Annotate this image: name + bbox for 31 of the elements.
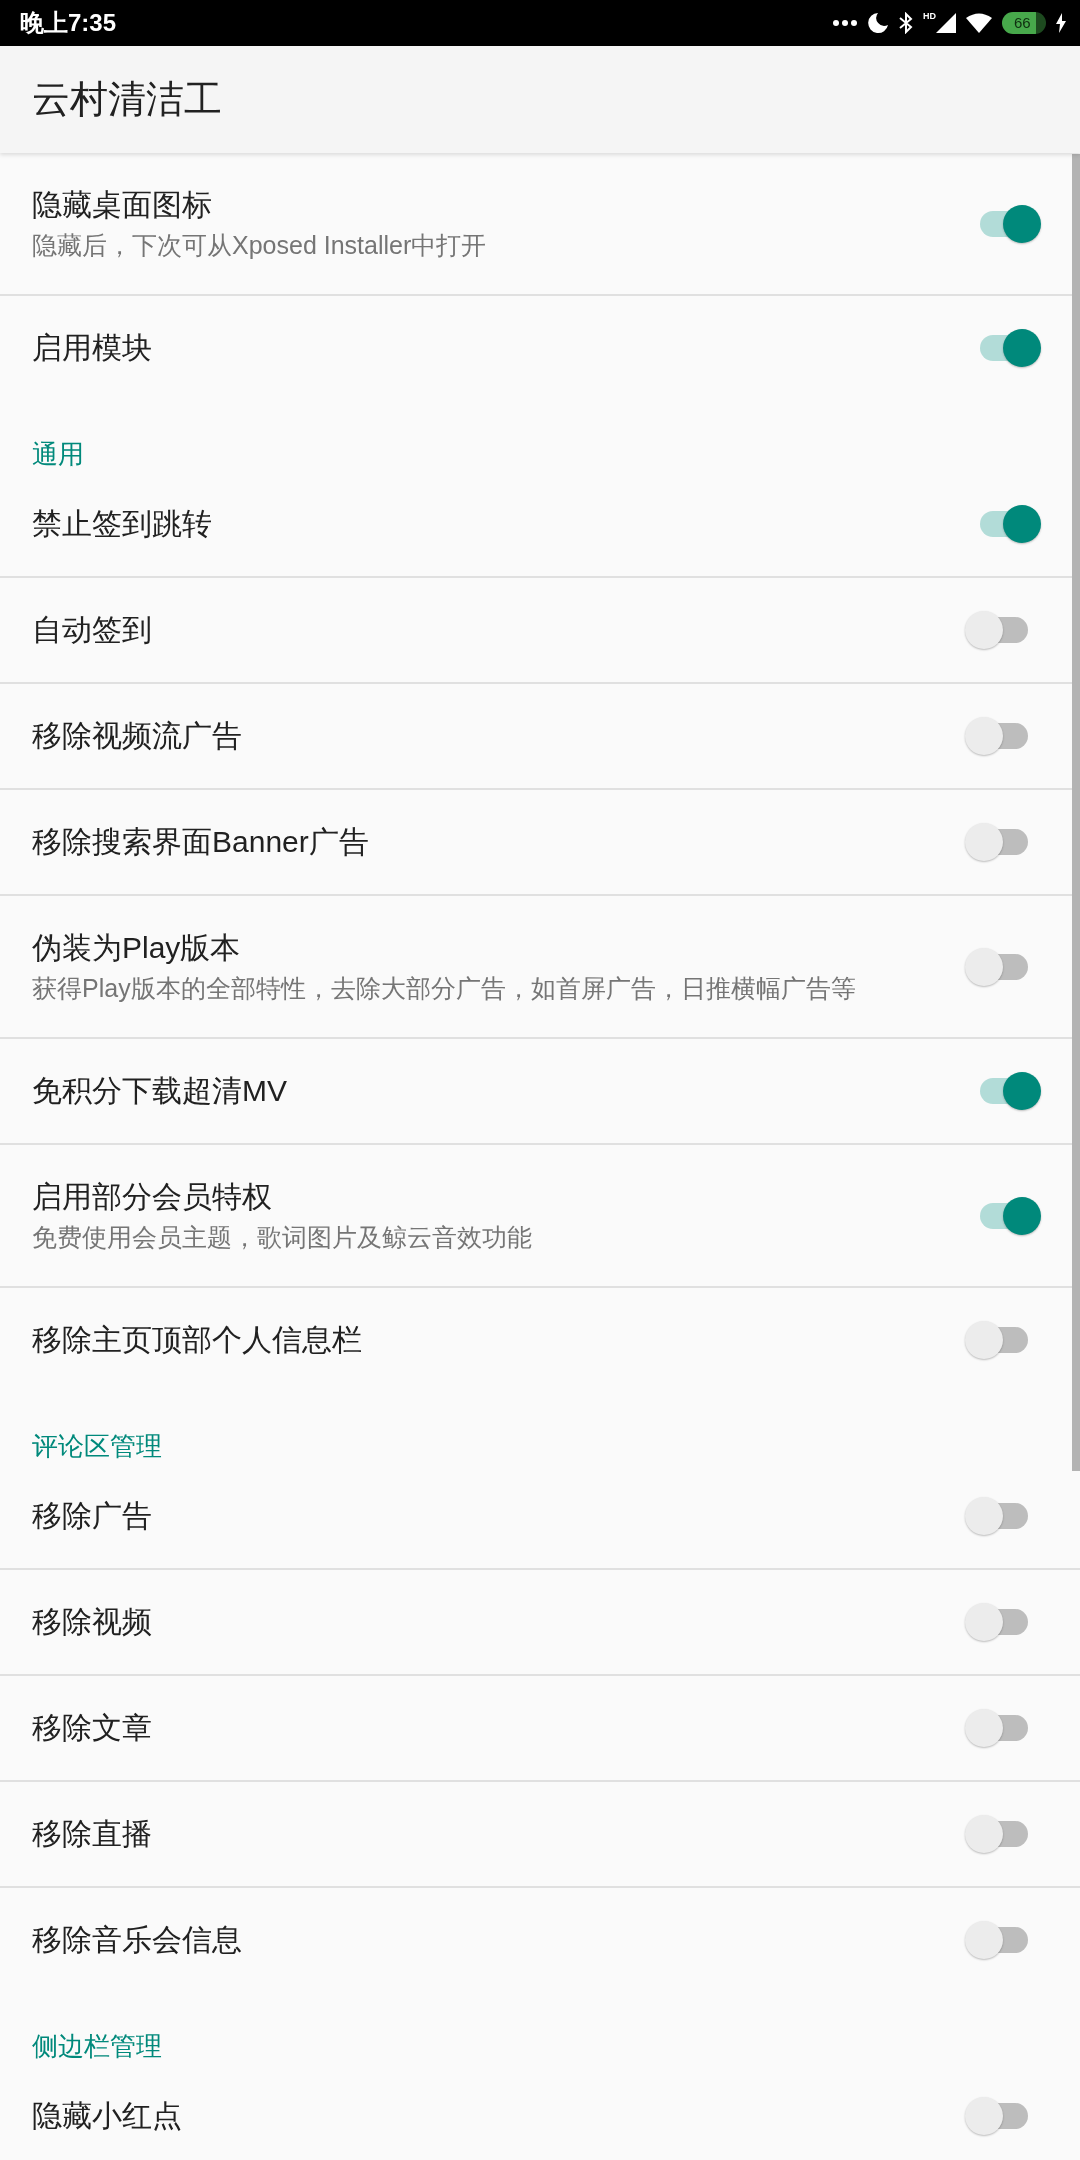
preference-title[interactable]: 移除文章 xyxy=(32,1708,963,1748)
battery-level: 66 xyxy=(1002,12,1046,34)
bluetooth-icon xyxy=(899,12,913,34)
category-header: 评论区管理 xyxy=(32,1431,162,1461)
app-title: 云村清洁工 xyxy=(32,77,222,122)
preference-title[interactable]: 移除主页顶部个人信息栏 xyxy=(32,1320,963,1360)
preference-title[interactable]: 移除搜索界面Banner广告 xyxy=(32,822,963,862)
preference-title[interactable]: 伪装为Play版本 xyxy=(32,927,963,968)
preference-summary: 免费使用会员主题，歌词图片及鲸云音效功能 xyxy=(32,1221,533,1253)
preference-title[interactable]: 移除直播 xyxy=(32,1814,963,1854)
preference-title[interactable]: 免积分下载超清MV xyxy=(32,1071,963,1111)
preference-title[interactable]: 启用部分会员特权 xyxy=(32,1176,963,1217)
preference-title[interactable]: 移除音乐会信息 xyxy=(32,1920,963,1960)
wifi-icon xyxy=(966,13,992,33)
preference-title[interactable]: 移除广告 xyxy=(32,1496,963,1536)
preference-title[interactable]: 隐藏小红点 xyxy=(32,2096,963,2136)
preference-title[interactable]: 启用模块 xyxy=(32,328,963,368)
signal-icon xyxy=(936,13,956,33)
preference-summary: 隐藏后，下次可从Xposed Installer中打开 xyxy=(32,229,488,261)
more-dots-icon xyxy=(833,20,857,26)
preference-title[interactable]: 移除视频 xyxy=(32,1602,963,1642)
preference-title[interactable]: 隐藏桌面图标 xyxy=(32,184,963,225)
preference-title[interactable]: 移除视频流广告 xyxy=(32,716,963,756)
moon-icon xyxy=(867,12,889,34)
status-time: 晚上7:35 xyxy=(20,8,117,38)
category-header: 侧边栏管理 xyxy=(32,2031,162,2061)
category-header: 通用 xyxy=(32,439,84,469)
preference-summary: 获得Play版本的全部特性，去除大部分广告，如首屏广告，日推横幅广告等 xyxy=(32,972,857,1004)
network-type: HD xyxy=(923,11,936,21)
preference-title[interactable]: 禁止签到跳转 xyxy=(32,504,963,544)
preference-title[interactable]: 自动签到 xyxy=(32,610,963,650)
